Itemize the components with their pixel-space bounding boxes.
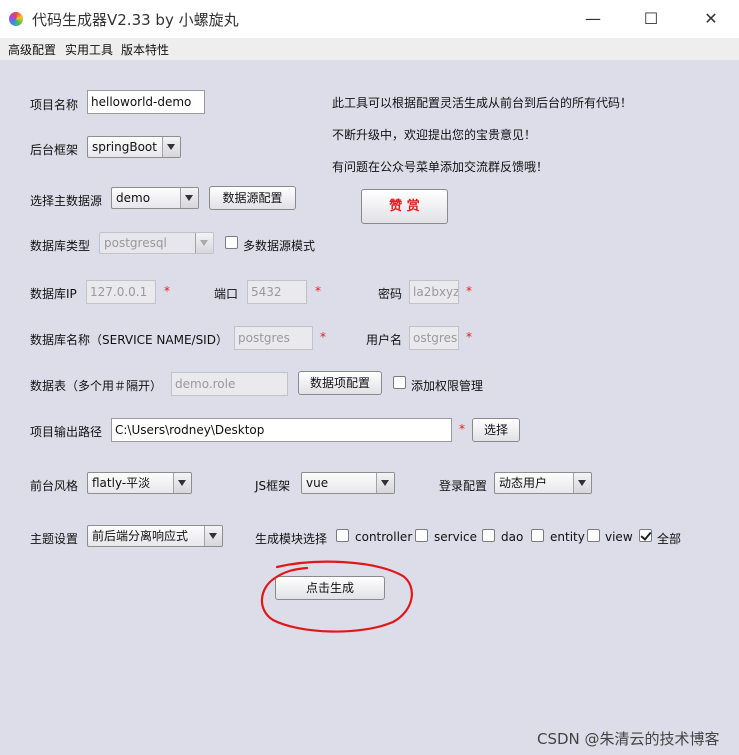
- module-label-view: view: [605, 530, 633, 544]
- watermark: CSDN @朱清云的技术博客: [537, 730, 720, 748]
- chevron-down-icon: [162, 137, 180, 157]
- module-checkbox-entity[interactable]: [531, 529, 544, 542]
- login-config-label: 登录配置: [439, 479, 488, 493]
- password-input: la2bxyz: [409, 280, 459, 304]
- theme-label: 主题设置: [30, 532, 79, 546]
- required-mark: *: [320, 330, 326, 344]
- tables-label: 数据表（多个用＃隔开）: [30, 379, 163, 393]
- auth-management-checkbox[interactable]: [393, 376, 406, 389]
- chevron-down-icon: [173, 473, 191, 493]
- close-button[interactable]: ✕: [688, 4, 734, 34]
- tables-input: demo.role: [171, 372, 288, 396]
- backend-framework-select[interactable]: springBoot: [87, 136, 181, 158]
- chevron-down-icon: [180, 188, 198, 208]
- frontend-style-label: 前台风格: [30, 479, 79, 493]
- modules-label: 生成模块选择: [255, 532, 328, 546]
- annotation-circle: [260, 560, 413, 633]
- data-item-config-button[interactable]: 数据项配置: [298, 371, 382, 395]
- window-title: 代码生成器V2.33 by 小螺旋丸: [32, 11, 239, 29]
- menu-version-features[interactable]: 版本特性: [121, 41, 169, 58]
- project-name-label: 项目名称: [30, 98, 79, 112]
- db-ip-input: 127.0.0.1: [86, 280, 156, 304]
- datasource-config-button[interactable]: 数据源配置: [209, 186, 296, 210]
- frontend-style-select[interactable]: flatly-平淡: [87, 472, 192, 494]
- menu-advanced-config[interactable]: 高级配置: [8, 41, 56, 58]
- login-config-select[interactable]: 动态用户: [494, 472, 592, 494]
- module-label-all: 全部: [657, 532, 682, 546]
- module-checkbox-dao[interactable]: [482, 529, 495, 542]
- project-name-input[interactable]: helloworld-demo: [87, 90, 205, 114]
- chevron-down-icon: [195, 233, 213, 253]
- chevron-down-icon: [376, 473, 394, 493]
- output-path-input[interactable]: C:\Users\rodney\Desktop: [111, 418, 452, 442]
- module-checkbox-all[interactable]: [639, 529, 652, 542]
- required-mark: *: [315, 284, 321, 298]
- module-checkbox-view[interactable]: [587, 529, 600, 542]
- theme-select[interactable]: 前后端分离响应式: [87, 525, 223, 547]
- info-line-3: 有问题在公众号菜单添加交流群反馈哦！: [332, 160, 549, 174]
- app-icon: [9, 12, 23, 26]
- db-name-label: 数据库名称（SERVICE NAME/SID）: [30, 333, 228, 347]
- js-framework-label: JS框架: [255, 479, 291, 493]
- db-name-input: postgres: [234, 326, 313, 350]
- required-mark: *: [466, 284, 472, 298]
- chevron-down-icon: [573, 473, 591, 493]
- module-label-dao: dao: [501, 530, 524, 544]
- db-ip-label: 数据库IP: [30, 287, 77, 301]
- db-type-select: postgresql: [99, 232, 214, 254]
- choose-path-button[interactable]: 选择: [472, 418, 520, 442]
- required-mark: *: [466, 330, 472, 344]
- chevron-down-icon: [204, 526, 222, 546]
- maximize-button[interactable]: ☐: [628, 4, 674, 34]
- output-path-label: 项目输出路径: [30, 425, 103, 439]
- module-checkbox-controller[interactable]: [336, 529, 349, 542]
- username-input: ostgres: [409, 326, 459, 350]
- js-framework-select[interactable]: vue: [301, 472, 395, 494]
- module-label-service: service: [434, 530, 477, 544]
- main-datasource-select[interactable]: demo: [111, 187, 199, 209]
- required-mark: *: [459, 422, 465, 436]
- info-line-1: 此工具可以根据配置灵活生成从前台到后台的所有代码！: [332, 96, 633, 110]
- auth-management-label: 添加权限管理: [411, 379, 484, 393]
- backend-framework-label: 后台框架: [30, 143, 79, 157]
- menu-utilities[interactable]: 实用工具: [65, 41, 113, 58]
- info-line-2: 不断升级中，欢迎提出您的宝贵意见！: [332, 128, 537, 142]
- multi-datasource-checkbox[interactable]: [225, 236, 238, 249]
- multi-datasource-label: 多数据源模式: [243, 239, 316, 253]
- module-label-entity: entity: [550, 530, 585, 544]
- required-mark: *: [164, 284, 170, 298]
- module-label-controller: controller: [355, 530, 413, 544]
- port-label: 端口: [214, 287, 239, 301]
- password-label: 密码: [378, 287, 403, 301]
- username-label: 用户名: [366, 333, 403, 347]
- db-type-label: 数据库类型: [30, 239, 91, 253]
- main-datasource-label: 选择主数据源: [30, 194, 103, 208]
- minimize-button[interactable]: —: [570, 4, 616, 34]
- port-input: 5432: [247, 280, 307, 304]
- donate-button[interactable]: 赞 赏: [361, 189, 448, 224]
- module-checkbox-service[interactable]: [415, 529, 428, 542]
